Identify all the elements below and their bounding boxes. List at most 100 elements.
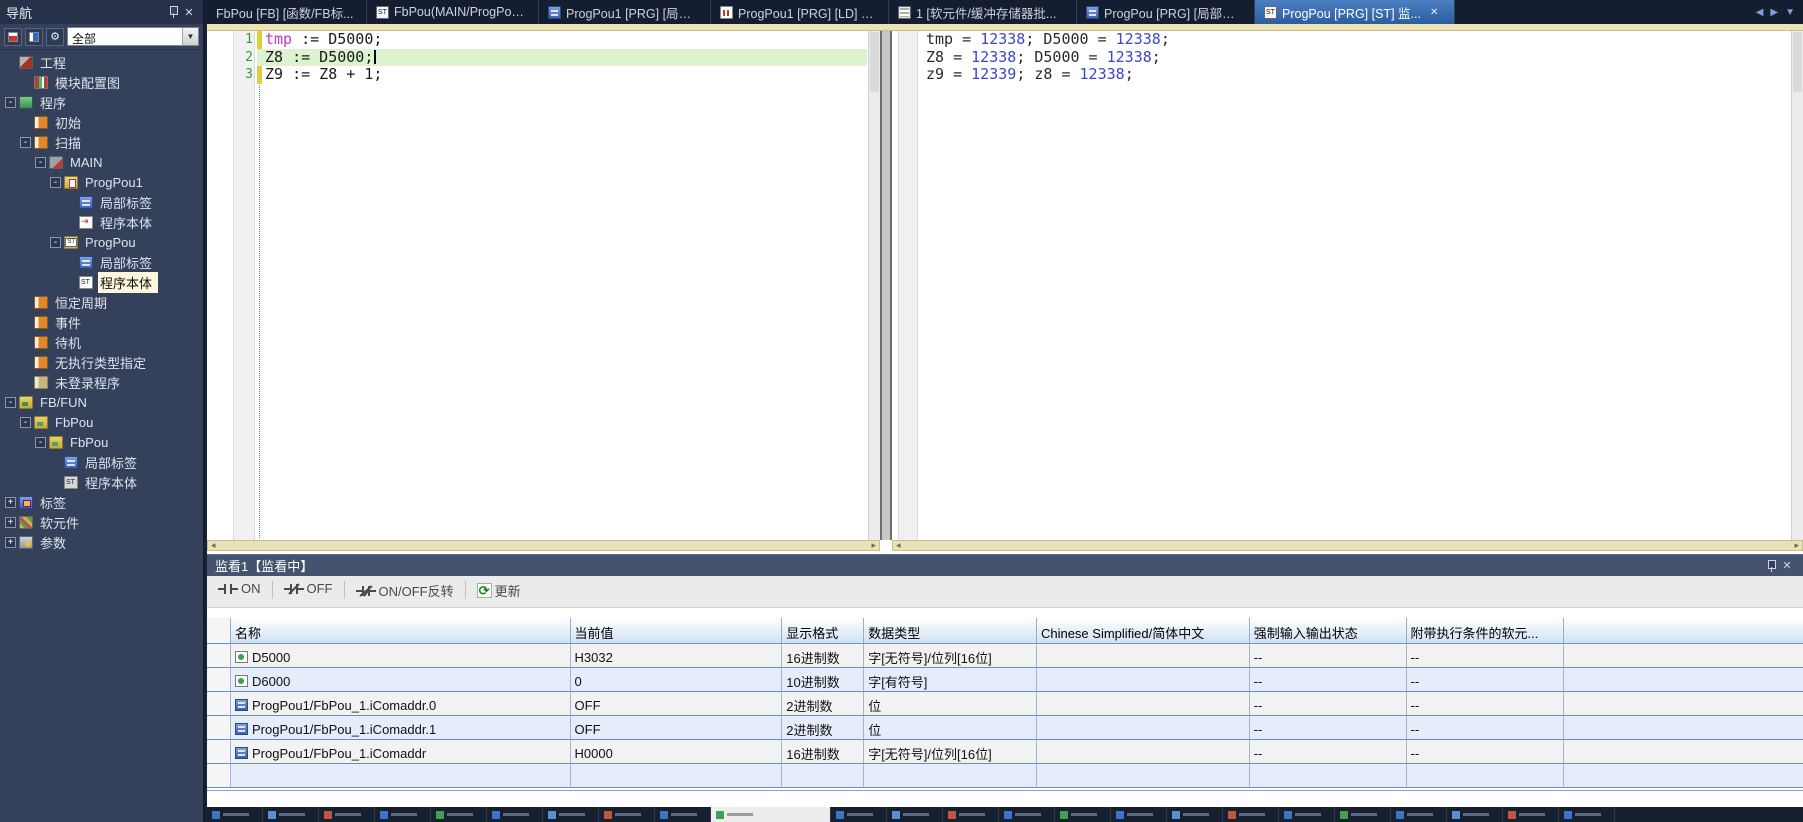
tree-item[interactable]: 无执行类型指定 <box>0 352 203 372</box>
tree-expander-icon[interactable]: + <box>5 537 16 548</box>
tree-item[interactable]: 局部标签 <box>0 452 203 472</box>
window-tab-24[interactable] <box>1559 807 1615 822</box>
window-tab-8[interactable] <box>599 807 655 822</box>
watch-cell[interactable] <box>864 764 1037 788</box>
watch-cell[interactable] <box>1037 764 1250 788</box>
scroll-tabs-right-icon[interactable]: ▶ <box>1770 7 1778 18</box>
watch-row[interactable]: D6000010进制数字[有符号]---- <box>207 668 1803 692</box>
watch-cell[interactable]: 0 <box>571 668 783 692</box>
scroll-tabs-left-icon[interactable]: ◀ <box>1756 7 1764 18</box>
tree-expander-icon[interactable]: - <box>35 437 46 448</box>
window-tab-23[interactable] <box>1503 807 1559 822</box>
tree-item[interactable]: -ProgPou1 <box>0 172 203 192</box>
tree-item[interactable]: -程序 <box>0 92 203 112</box>
tab-5[interactable]: 1 [软元件/缓冲存储器批... <box>889 0 1077 24</box>
tree-item[interactable]: -ProgPou <box>0 232 203 252</box>
window-tab-22[interactable] <box>1447 807 1503 822</box>
watch-row-name[interactable]: ProgPou1/FbPou_1.iComaddr <box>231 740 571 764</box>
collapse-tree-button[interactable] <box>4 28 22 46</box>
column-header-6[interactable]: 强制输入输出状态 <box>1250 618 1407 644</box>
watch-row[interactable]: ProgPou1/FbPou_1.iComaddr.1OFF2进制数位---- <box>207 716 1803 740</box>
tab-list-dropdown-icon[interactable]: ▼ <box>1785 7 1795 18</box>
window-tab-19[interactable] <box>1279 807 1335 822</box>
st-code-pane[interactable]: 123 tmp := D5000;Z8 := D5000;Z9 := Z8 + … <box>207 31 880 540</box>
tree-expander-icon[interactable]: - <box>50 177 61 188</box>
chevron-down-icon[interactable]: ▼ <box>182 28 198 45</box>
watch-cell[interactable] <box>1037 668 1250 692</box>
tree-expander-icon[interactable]: + <box>5 517 16 528</box>
scroll-right-icon[interactable]: ▸ <box>1794 540 1799 551</box>
watch-toolbar-on-button[interactable]: ON <box>213 579 266 598</box>
horizontal-scrollbar[interactable]: ◂ ▸ <box>892 540 1803 551</box>
tab-2[interactable]: FbPou(MAIN/ProgPou1... <box>367 0 539 24</box>
column-header-1[interactable]: 名称 <box>231 618 571 644</box>
window-tab-5[interactable] <box>431 807 487 822</box>
close-icon[interactable]: ✕ <box>181 4 197 20</box>
gear-icon[interactable]: ⚙ <box>46 28 64 46</box>
watch-row-name[interactable]: D5000 <box>231 644 571 668</box>
code-line[interactable]: Z9 := Z8 + 1; <box>265 66 382 84</box>
window-tab-7[interactable] <box>543 807 599 822</box>
tree-item[interactable]: 程序本体 <box>0 212 203 232</box>
tab-4[interactable]: ProgPou1 [PRG] [LD] 监... <box>711 0 889 24</box>
column-header-3[interactable]: 显示格式 <box>782 618 864 644</box>
tree-item[interactable]: 程序本体 <box>0 472 203 492</box>
window-tab-3[interactable] <box>319 807 375 822</box>
watch-cell[interactable]: 位 <box>864 716 1037 740</box>
tree-item[interactable]: +参数 <box>0 532 203 552</box>
watch-cell[interactable]: -- <box>1407 668 1565 692</box>
tree-item[interactable]: 工程 <box>0 52 203 72</box>
watch-row-name[interactable]: D6000 <box>231 668 571 692</box>
watch-cell[interactable]: 2进制数 <box>782 716 864 740</box>
tree-item[interactable]: 未登录程序 <box>0 372 203 392</box>
watch-cell[interactable]: 字[有符号] <box>864 668 1037 692</box>
tab-3[interactable]: ProgPou1 [PRG] [局部... <box>539 0 711 24</box>
window-tab-17[interactable] <box>1167 807 1223 822</box>
window-tab-12[interactable] <box>887 807 943 822</box>
tree-item[interactable]: 初始 <box>0 112 203 132</box>
window-tab-14[interactable] <box>999 807 1055 822</box>
watch-cell[interactable]: 16进制数 <box>782 644 864 668</box>
watch-cell[interactable]: OFF <box>571 692 783 716</box>
watch-cell[interactable] <box>1037 716 1250 740</box>
vertical-scrollbar[interactable] <box>1791 31 1803 540</box>
window-tab-9[interactable] <box>655 807 711 822</box>
window-tab-16[interactable] <box>1111 807 1167 822</box>
watch-row[interactable]: ProgPou1/FbPou_1.iComaddrH000016进制数字[无符号… <box>207 740 1803 764</box>
tab-6[interactable]: ProgPou [PRG] [局部标... <box>1077 0 1255 24</box>
watch-cell[interactable]: 字[无符号]/位列[16位] <box>864 740 1037 764</box>
watch-cell[interactable]: 字[无符号]/位列[16位] <box>864 644 1037 668</box>
watch-cell[interactable]: -- <box>1250 668 1407 692</box>
watch-row-empty[interactable] <box>207 764 1803 788</box>
expand-tree-button[interactable] <box>25 28 43 46</box>
filter-dropdown[interactable]: 全部 ▼ <box>67 27 199 46</box>
tree-expander-icon[interactable]: - <box>5 397 16 408</box>
watch-row[interactable]: D5000H303216进制数字[无符号]/位列[16位]---- <box>207 644 1803 668</box>
tree-item[interactable]: 程序本体 <box>0 272 203 292</box>
tree-item[interactable]: 模块配置图 <box>0 72 203 92</box>
monitor-pane[interactable]: tmp = 12338; D5000 = 12338;Z8 = 12338; D… <box>892 31 1803 540</box>
window-tab-20[interactable] <box>1335 807 1391 822</box>
tab-1[interactable]: FbPou [FB] [函数/FB标... <box>207 0 367 24</box>
watch-cell[interactable]: -- <box>1250 644 1407 668</box>
window-tab-6[interactable] <box>487 807 543 822</box>
tree-item[interactable]: 局部标签 <box>0 252 203 272</box>
window-tab-13[interactable] <box>943 807 999 822</box>
window-tab-2[interactable] <box>263 807 319 822</box>
watch-row[interactable]: ProgPou1/FbPou_1.iComaddr.0OFF2进制数位---- <box>207 692 1803 716</box>
window-tab-1[interactable] <box>207 807 263 822</box>
watch-cell[interactable] <box>1037 692 1250 716</box>
watch-cell[interactable]: -- <box>1407 740 1565 764</box>
tree-expander-icon[interactable]: + <box>5 497 16 508</box>
tab-7[interactable]: ProgPou [PRG] [ST] 监...✕ <box>1255 0 1455 24</box>
tree-item[interactable]: -MAIN <box>0 152 203 172</box>
watch-toolbar---button[interactable]: ⟳更新 <box>472 579 526 602</box>
close-icon[interactable]: ✕ <box>1779 558 1795 574</box>
tree-item[interactable]: 局部标签 <box>0 192 203 212</box>
window-tab-11[interactable] <box>831 807 887 822</box>
pin-icon[interactable] <box>1763 558 1779 574</box>
tree-item[interactable]: +软元件 <box>0 512 203 532</box>
close-icon[interactable]: ✕ <box>1430 7 1438 18</box>
watch-row-name[interactable]: ProgPou1/FbPou_1.iComaddr.1 <box>231 716 571 740</box>
watch-cell[interactable]: -- <box>1407 644 1565 668</box>
